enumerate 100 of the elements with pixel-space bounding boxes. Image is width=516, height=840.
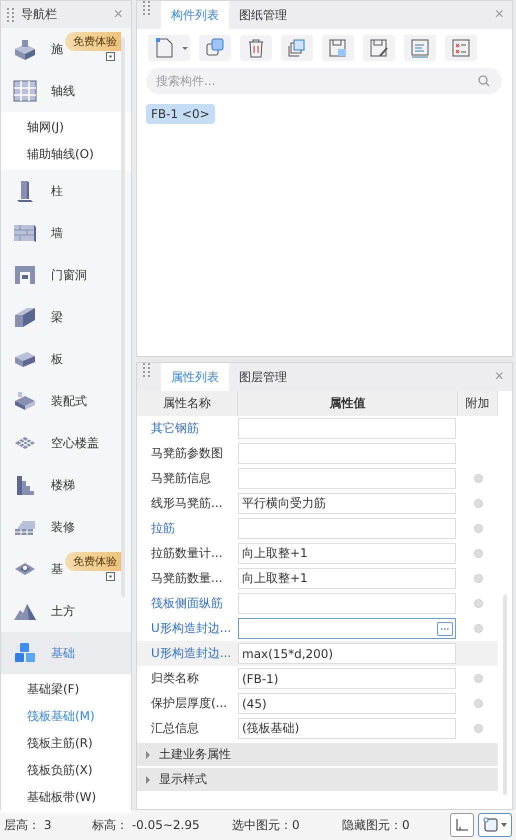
nav-label: 装配式 <box>51 392 87 410</box>
value-field[interactable] <box>238 593 456 614</box>
radio-button[interactable] <box>474 574 482 583</box>
more-button[interactable]: ··· <box>437 622 453 636</box>
nav-subitem[interactable]: 辅助轴线(O) <box>1 141 131 168</box>
toolbar-button[interactable] <box>322 35 354 61</box>
nav-label: 柱 <box>51 182 63 200</box>
nav-label: 基 <box>51 560 63 578</box>
value-field[interactable] <box>238 518 456 539</box>
panel-tab[interactable]: 构件列表 <box>161 1 229 29</box>
checklist-icon <box>450 37 472 59</box>
drag-handle-icon[interactable] <box>143 363 151 377</box>
new-button[interactable] <box>148 35 190 61</box>
search-field[interactable]: 搜索构件... <box>146 68 502 94</box>
toolbar-button[interactable] <box>199 35 231 61</box>
section-header[interactable]: 土建业务属性 <box>137 743 498 766</box>
drag-handle-icon[interactable] <box>7 8 15 22</box>
value-field[interactable] <box>238 468 456 489</box>
value-field[interactable]: (筏板基础) <box>238 718 456 739</box>
nav-item[interactable]: 土方 <box>1 590 131 632</box>
nav-label: 基础 <box>51 644 75 662</box>
radio-button[interactable] <box>474 699 482 708</box>
value-field[interactable] <box>238 418 456 439</box>
nav-item[interactable]: 施 免费体验 <box>1 28 131 70</box>
radio-button[interactable] <box>474 474 482 483</box>
value-field[interactable] <box>238 443 456 464</box>
radio-button[interactable] <box>474 724 482 733</box>
trial-badge: 免费体验 <box>65 32 121 51</box>
drag-handle-icon[interactable] <box>143 1 151 15</box>
radio-button[interactable] <box>474 674 482 683</box>
nav-subitem[interactable]: 基础梁(F) <box>1 676 131 703</box>
beam-icon <box>13 305 37 329</box>
property-name: 归类名称 <box>150 670 200 687</box>
lock-icon <box>106 572 115 581</box>
toolbar-button[interactable] <box>404 35 436 61</box>
column-header: 附加 <box>458 391 498 416</box>
nav-item[interactable]: 轴线 <box>1 70 131 112</box>
expand-icon <box>145 750 151 758</box>
value-field[interactable]: 向上取整+1 <box>238 543 456 564</box>
nav-subitem[interactable]: 轴网(J) <box>1 114 131 141</box>
panel-tab[interactable]: 图纸管理 <box>229 1 297 29</box>
property-name: U形构造封边... <box>150 620 232 637</box>
value-field[interactable]: max(15*d,200) <box>238 643 456 664</box>
lock-icon <box>106 52 115 61</box>
value-field[interactable]: 平行横向受力筋 <box>238 493 456 514</box>
search-icon[interactable] <box>478 75 490 87</box>
nav-item[interactable]: 墙 <box>1 212 131 254</box>
column-header: 属性值 <box>238 391 458 416</box>
component-item[interactable]: FB-1 <0> <box>146 104 215 124</box>
property-name: 马凳筋数量... <box>150 570 224 587</box>
nav-item[interactable]: 基 免费体验 <box>1 548 131 590</box>
prefab-panel-icon <box>13 389 37 413</box>
nav-label: 楼梯 <box>51 476 75 494</box>
toolbar-button[interactable] <box>363 35 395 61</box>
nav-subitem[interactable]: 筏板负筋(X) <box>1 757 131 784</box>
toolbar-button[interactable] <box>240 35 272 61</box>
radio-button[interactable] <box>474 524 482 533</box>
value-field[interactable]: ··· <box>238 618 456 639</box>
status-text: 隐藏图元：0 <box>342 816 411 834</box>
expand-icon <box>145 776 151 784</box>
door-frame-icon <box>13 263 37 287</box>
value-field[interactable]: (FB-1) <box>238 668 456 689</box>
section-header[interactable]: 显示样式 <box>137 768 498 791</box>
status-text: 层高： 3 <box>4 816 52 834</box>
nav-label: 轴线 <box>51 82 75 100</box>
radio-button[interactable] <box>474 599 482 608</box>
save-icon <box>327 37 349 59</box>
panel-tab[interactable]: 图层管理 <box>229 363 297 391</box>
nav-label: 土方 <box>51 602 75 620</box>
nav-subitem[interactable]: 基础板带(W) <box>1 784 131 811</box>
radio-button[interactable] <box>474 549 482 558</box>
property-name: 其它钢筋 <box>150 420 200 437</box>
nav-label: 装修 <box>51 518 75 536</box>
radio-button[interactable] <box>474 624 482 633</box>
nav-item[interactable]: 梁 <box>1 296 131 338</box>
nav-item[interactable]: 柱 <box>1 170 131 212</box>
property-name: 汇总信息 <box>150 720 200 737</box>
nav-item[interactable]: 装修 <box>1 506 131 548</box>
nav-item[interactable]: 门窗洞 <box>1 254 131 296</box>
panel-tab[interactable]: 属性列表 <box>161 363 229 391</box>
nav-subitem[interactable]: 筏板主筋(R) <box>1 730 131 757</box>
section-label: 显示样式 <box>159 771 207 788</box>
view-button[interactable] <box>478 813 512 837</box>
nav-label: 空心楼盖 <box>51 434 99 452</box>
nav-label: 梁 <box>51 308 63 326</box>
panel-title: 导航栏 <box>21 6 58 23</box>
radio-button[interactable] <box>474 499 482 508</box>
toolbar-button[interactable] <box>445 35 477 61</box>
column-header: 属性名称 <box>137 391 238 416</box>
nav-item[interactable]: 空心楼盖 <box>1 422 131 464</box>
nav-subitem[interactable]: 筏板基础(M) <box>1 703 131 730</box>
view-button[interactable] <box>450 813 474 837</box>
toolbar-button[interactable] <box>281 35 313 61</box>
property-name: U形构造封边... <box>150 645 232 662</box>
value-field[interactable]: 向上取整+1 <box>238 568 456 589</box>
nav-item[interactable]: 楼梯 <box>1 464 131 506</box>
trial-badge: 免费体验 <box>65 552 121 571</box>
value-field[interactable]: (45) <box>238 693 456 714</box>
nav-item[interactable]: 板 <box>1 338 131 380</box>
nav-item[interactable]: 装配式 <box>1 380 131 422</box>
